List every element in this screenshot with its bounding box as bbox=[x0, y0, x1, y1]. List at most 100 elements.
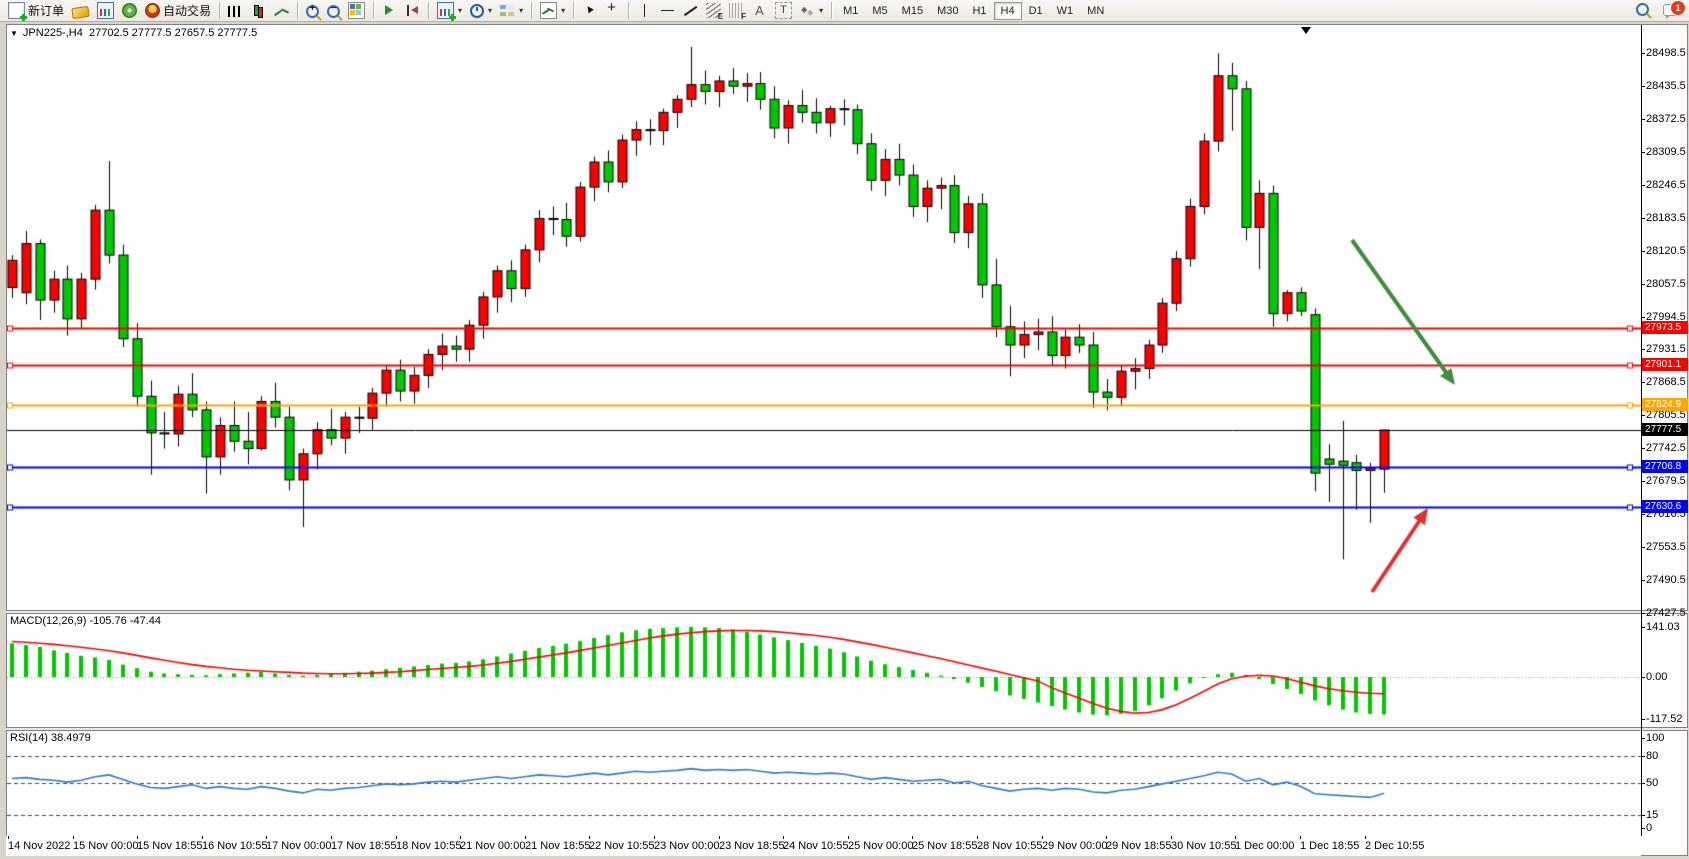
auto-scroll-button[interactable] bbox=[378, 0, 401, 22]
axis-tick bbox=[1641, 317, 1645, 318]
time-axis-label: 30 Nov 10:55 bbox=[1171, 840, 1236, 852]
price-line-tag-27630.6: 27630.6 bbox=[1642, 500, 1688, 513]
time-axis-label: 28 Nov 10:55 bbox=[977, 840, 1042, 852]
text-label-button[interactable] bbox=[771, 0, 796, 22]
trendline-button[interactable] bbox=[679, 0, 702, 22]
price-line-tag-27973.5: 27973.5 bbox=[1642, 321, 1688, 334]
axis-tick bbox=[1641, 719, 1645, 720]
indicators-dropdown[interactable]: ▾ bbox=[536, 0, 569, 22]
pane-splitter-rsi[interactable] bbox=[6, 727, 1688, 731]
time-axis-tick bbox=[8, 836, 9, 839]
periods-dropdown[interactable]: ▾ bbox=[466, 0, 496, 22]
chevron-down-icon[interactable]: ▾ bbox=[488, 6, 492, 15]
price-tick-label: 80 bbox=[1646, 750, 1658, 762]
time-axis-tick bbox=[1106, 836, 1107, 839]
chevron-down-icon[interactable]: ▾ bbox=[819, 6, 823, 15]
new-chart-dropdown[interactable]: ▾ bbox=[433, 0, 466, 22]
timeframe-m30[interactable]: M30 bbox=[930, 2, 965, 20]
vertical-line-button[interactable] bbox=[633, 0, 656, 22]
price-tick-label: 27931.5 bbox=[1646, 343, 1686, 355]
chat-icon[interactable]: 1 bbox=[1663, 4, 1679, 16]
rsi-pane-canvas[interactable] bbox=[7, 730, 1641, 835]
chart-shift-marker[interactable] bbox=[1301, 27, 1311, 34]
charts-icon bbox=[97, 2, 114, 19]
time-axis-tick bbox=[912, 836, 913, 839]
zoom-out-button[interactable] bbox=[323, 0, 344, 22]
time-axis-tick bbox=[331, 836, 332, 839]
price-tick-label: -117.52 bbox=[1646, 713, 1683, 725]
auto-scroll-icon bbox=[382, 3, 397, 18]
timeframe-h1[interactable]: H1 bbox=[965, 2, 993, 20]
axis-tick bbox=[1641, 783, 1645, 784]
pane-splitter-macd[interactable] bbox=[6, 610, 1688, 614]
new-order-button-label: 新订单 bbox=[28, 2, 64, 19]
time-axis-label: 18 Nov 10:55 bbox=[396, 840, 461, 852]
hline-icon bbox=[660, 3, 675, 18]
text-button[interactable] bbox=[748, 0, 771, 22]
tile-windows-icon bbox=[348, 2, 365, 19]
zoom-in-icon bbox=[306, 5, 319, 18]
zoom-in-button[interactable] bbox=[302, 0, 323, 22]
price-tick-label: 27490.5 bbox=[1646, 574, 1686, 586]
price-tick-label: 27553.5 bbox=[1646, 541, 1686, 553]
channel-button[interactable] bbox=[725, 0, 748, 22]
timeframe-w1[interactable]: W1 bbox=[1050, 2, 1081, 20]
toolbar-separator bbox=[628, 2, 629, 19]
algo-trading-button[interactable]: 自动交易 bbox=[141, 0, 215, 22]
price-tick-label: 0 bbox=[1646, 822, 1652, 834]
horizontal-line-button[interactable] bbox=[656, 0, 679, 22]
line-chart-button[interactable] bbox=[270, 0, 293, 22]
timeframe-mn[interactable]: MN bbox=[1080, 2, 1111, 20]
price-line-tag-27777.5: 27777.5 bbox=[1642, 423, 1688, 436]
new-order-icon bbox=[8, 2, 25, 19]
chevron-down-icon[interactable]: ▾ bbox=[458, 6, 462, 15]
bar-chart-button[interactable] bbox=[224, 0, 247, 22]
toolbar-separator bbox=[219, 2, 220, 19]
finance-button[interactable] bbox=[68, 0, 93, 22]
time-axis-label: 16 Nov 10:55 bbox=[202, 840, 267, 852]
main-chart-canvas[interactable] bbox=[7, 41, 1641, 611]
chevron-down-icon[interactable]: ▾ bbox=[561, 6, 565, 15]
gold-icon bbox=[71, 5, 89, 18]
time-axis-label: 17 Nov 00:00 bbox=[266, 840, 331, 852]
charts-button[interactable] bbox=[93, 0, 118, 22]
chevron-down-icon[interactable]: ▾ bbox=[519, 6, 523, 15]
price-tick-label: 28372.5 bbox=[1646, 113, 1686, 125]
signals-button[interactable] bbox=[118, 0, 141, 22]
algo-trading-button-label: 自动交易 bbox=[163, 2, 211, 19]
price-tick-label: 27427.5 bbox=[1646, 607, 1686, 619]
toolbar-separator bbox=[428, 2, 429, 19]
arrows-dropdown[interactable]: ▾ bbox=[796, 0, 827, 22]
search-icon[interactable] bbox=[1636, 3, 1649, 16]
price-tick-label: 28120.5 bbox=[1646, 245, 1686, 257]
axis-tick bbox=[1641, 514, 1645, 515]
timeframe-m1[interactable]: M1 bbox=[836, 2, 865, 20]
chart-shift-button[interactable] bbox=[401, 0, 424, 22]
macd-pane-canvas[interactable] bbox=[7, 613, 1641, 727]
cursor-button[interactable] bbox=[578, 0, 601, 22]
fibonacci-button[interactable] bbox=[702, 0, 725, 22]
fibonacci-icon bbox=[706, 3, 721, 18]
templates-icon bbox=[500, 3, 515, 18]
time-axis-tick bbox=[202, 836, 203, 839]
notification-badge: 1 bbox=[1670, 0, 1686, 16]
timeframe-d1[interactable]: D1 bbox=[1022, 2, 1050, 20]
timeframe-m15[interactable]: M15 bbox=[895, 2, 930, 20]
new-order-button[interactable]: 新订单 bbox=[4, 0, 68, 22]
timeframe-m5[interactable]: M5 bbox=[865, 2, 894, 20]
crosshair-button[interactable] bbox=[601, 0, 624, 22]
toolbar-right-group: 1 bbox=[1636, 2, 1679, 16]
chart-shift-icon bbox=[405, 3, 420, 18]
price-tick-label: 15 bbox=[1646, 809, 1658, 821]
time-axis-label: 22 Nov 10:55 bbox=[589, 840, 654, 852]
time-axis[interactable]: 14 Nov 202215 Nov 00:0015 Nov 18:5516 No… bbox=[6, 836, 1641, 856]
time-axis-label: 23 Nov 00:00 bbox=[654, 840, 719, 852]
candlestick-chart-button[interactable] bbox=[247, 0, 270, 22]
axis-tick bbox=[1641, 481, 1645, 482]
signal-icon bbox=[122, 3, 137, 18]
one-click-trading-toggle[interactable]: ▼ bbox=[10, 29, 18, 38]
templates-dropdown[interactable]: ▾ bbox=[496, 0, 527, 22]
timeframe-h4[interactable]: H4 bbox=[994, 2, 1022, 20]
tile-windows-button[interactable] bbox=[344, 0, 369, 22]
price-tick-label: 28183.5 bbox=[1646, 212, 1686, 224]
